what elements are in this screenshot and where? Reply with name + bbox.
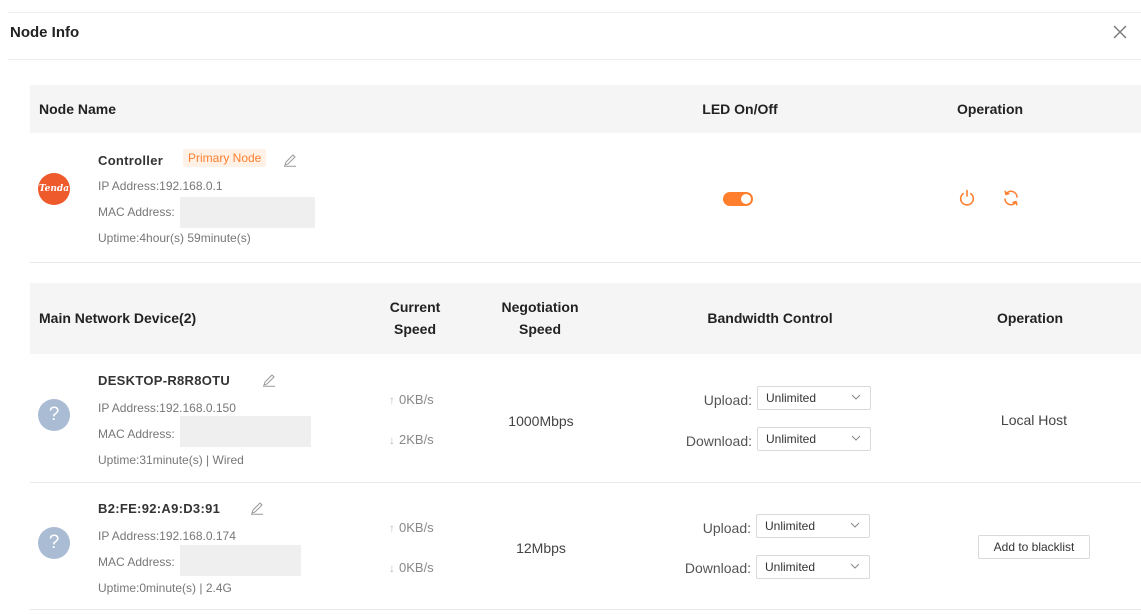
header-negotiation-speed: Negotiation Speed: [501, 299, 579, 337]
node-table-header: Node Name LED On/Off Operation: [30, 85, 1141, 133]
device-ip: IP Address:192.168.0.150: [98, 401, 236, 415]
node-info-dialog: Node Info Node Name LED On/Off Operation…: [8, 12, 1141, 614]
chevron-down-icon: [851, 394, 861, 400]
chevron-down-icon: [850, 522, 860, 528]
header-bandwidth-control: Bandwidth Control: [707, 310, 833, 326]
upload-limit-select[interactable]: Unlimited: [756, 514, 870, 538]
download-label: Download:: [685, 433, 752, 449]
node-ip: IP Address:192.168.0.1: [98, 179, 223, 193]
upload-label: Upload:: [703, 392, 752, 408]
local-host-text: Local Host: [1000, 412, 1068, 428]
device-ip: IP Address:192.168.0.174: [98, 529, 236, 543]
primary-node-badge: Primary Node: [183, 149, 267, 167]
chevron-down-icon: [850, 563, 860, 569]
unknown-device-icon: ?: [38, 399, 70, 431]
device-table-header: Main Network Device(2) Current Speed Neg…: [30, 283, 1141, 354]
negotiation-speed: 12Mbps: [516, 540, 566, 556]
unknown-device-icon: ?: [38, 527, 70, 559]
download-speed: ↓ 0KB/s: [389, 560, 434, 575]
toggle-knob: [741, 194, 751, 204]
arrow-down-icon: ↓: [389, 433, 395, 447]
dialog-title: Node Info: [10, 24, 80, 41]
device-mac-redacted: [180, 545, 301, 576]
device-name: B2:FE:92:A9:D3:91: [98, 501, 221, 516]
edit-icon[interactable]: [262, 373, 276, 387]
arrow-up-icon: ↑: [389, 521, 395, 535]
device-uptime: Uptime:0minute(s) | 2.4G: [98, 581, 232, 595]
arrow-up-icon: ↑: [389, 393, 395, 407]
download-limit-select[interactable]: Unlimited: [757, 427, 871, 451]
device-uptime: Uptime:31minute(s) | Wired: [98, 453, 244, 467]
power-icon[interactable]: [958, 189, 976, 207]
download-speed: ↓ 2KB/s: [389, 432, 434, 447]
device-mac-label: MAC Address:: [98, 555, 175, 569]
dialog-header: Node Info: [8, 13, 1141, 60]
download-label: Download:: [684, 560, 751, 576]
node-mac-label: MAC Address:: [98, 205, 175, 219]
arrow-down-icon: ↓: [389, 561, 395, 575]
add-to-blacklist-button[interactable]: Add to blacklist: [978, 535, 1090, 559]
reboot-icon[interactable]: [1002, 189, 1020, 207]
edit-icon[interactable]: [250, 501, 264, 515]
upload-speed: ↑ 0KB/s: [389, 520, 434, 535]
negotiation-speed: 1000Mbps: [508, 413, 574, 429]
close-icon[interactable]: [1110, 22, 1130, 42]
node-mac-redacted: [180, 197, 315, 228]
divider: [30, 482, 1141, 483]
node-name: Controller: [98, 153, 164, 168]
edit-icon[interactable]: [283, 153, 297, 167]
chevron-down-icon: [851, 435, 861, 441]
led-toggle[interactable]: [723, 192, 753, 206]
device-mac-label: MAC Address:: [98, 427, 175, 441]
tenda-logo-avatar: Tenda: [38, 173, 70, 205]
header-device-operation: Operation: [996, 310, 1064, 326]
node-uptime: Uptime:4hour(s) 59minute(s): [98, 231, 251, 245]
device-mac-redacted: [180, 416, 311, 447]
device-name: DESKTOP-R8R8OTU: [98, 373, 231, 388]
download-limit-select[interactable]: Unlimited: [756, 555, 870, 579]
divider: [30, 262, 1141, 263]
header-current-speed: Current Speed: [389, 299, 441, 337]
upload-limit-select[interactable]: Unlimited: [757, 386, 871, 410]
upload-speed: ↑ 0KB/s: [389, 392, 434, 407]
header-node-name: Node Name: [39, 101, 117, 117]
upload-label: Upload:: [702, 520, 751, 536]
header-main-network-device: Main Network Device(2): [39, 310, 197, 326]
header-led: LED On/Off: [702, 101, 778, 117]
divider: [30, 609, 1141, 610]
header-operation: Operation: [956, 101, 1024, 117]
